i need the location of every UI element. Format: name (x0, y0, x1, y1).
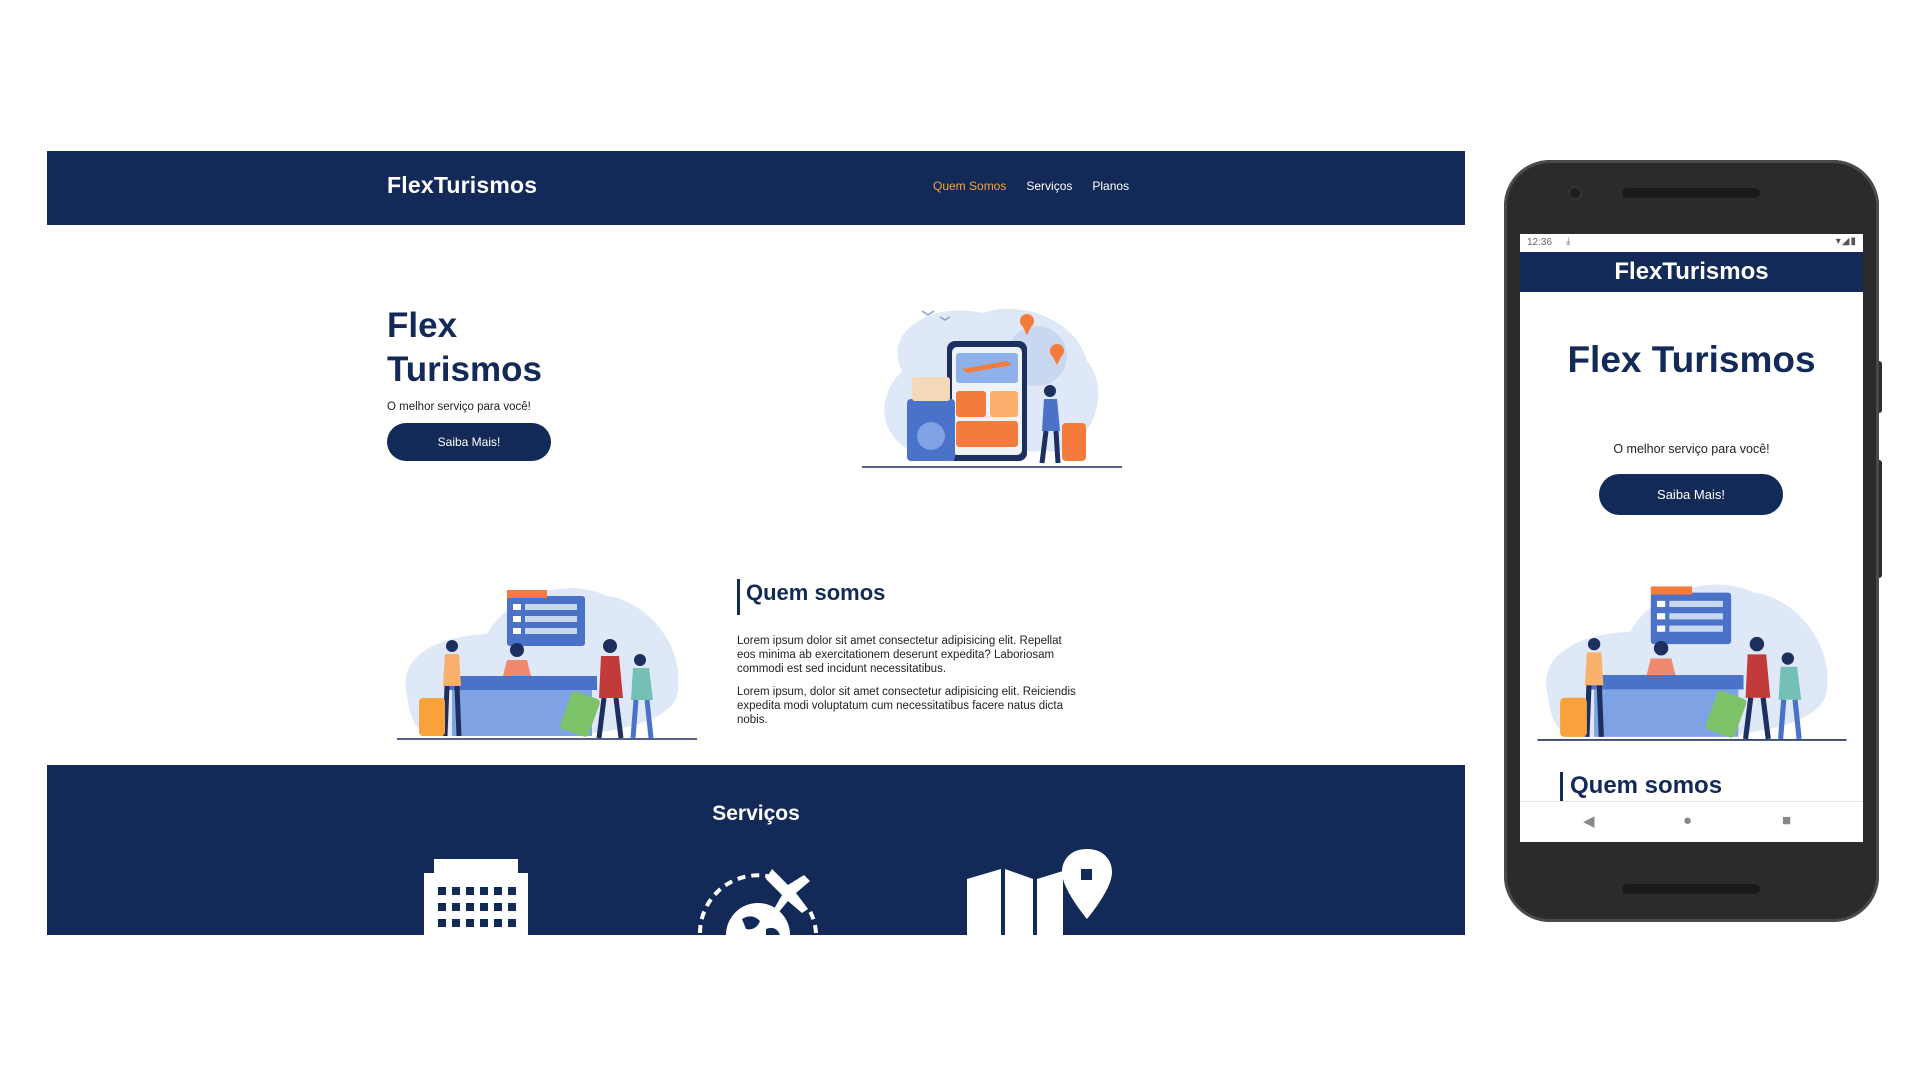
phone-speaker-top (1622, 188, 1760, 198)
status-bar: 12:36 ⤓ ▾◢▮ (1520, 234, 1863, 252)
recents-icon[interactable]: ■ (1782, 812, 1791, 829)
hotel-icon (424, 859, 528, 935)
desktop-preview: FlexTurismos Quem Somos Serviços Planos … (47, 151, 1465, 935)
desktop-brand[interactable]: FlexTurismos (387, 172, 537, 199)
checkin-illustration (397, 588, 697, 740)
phone-preview: 12:36 ⤓ ▾◢▮ FlexTurismos Flex Turismos O… (1504, 160, 1879, 922)
desktop-navbar: FlexTurismos Quem Somos Serviços Planos (47, 151, 1465, 225)
mobile-hero-subtitle: O melhor serviço para você! (1613, 442, 1770, 456)
menu-item-quem-somos[interactable]: Quem Somos (933, 179, 1006, 193)
about-paragraph-1: Lorem ipsum dolor sit amet consectetur a… (737, 635, 1062, 675)
hero-subtitle: O melhor serviço para você! (387, 401, 531, 413)
status-time: 12:36 (1527, 237, 1553, 248)
mobile-about-title: Quem somos (1570, 772, 1723, 799)
services-title: Serviços (712, 802, 800, 825)
mobile-navbar: FlexTurismos (1520, 252, 1863, 292)
android-navbar: ◀ ● ■ (1520, 801, 1863, 842)
hero-title: Flex Turismos (387, 306, 542, 389)
travel-illustration (862, 308, 1122, 468)
about-title-bar (737, 579, 740, 615)
desktop-menu: Quem Somos Serviços Planos (933, 179, 1129, 193)
mobile-about-title-bar (1560, 772, 1563, 802)
mobile-brand[interactable]: FlexTurismos (1520, 258, 1863, 286)
home-icon[interactable]: ● (1683, 812, 1692, 829)
download-icon: ⤓ (1566, 236, 1571, 247)
mobile-saiba-mais-button[interactable]: Saiba Mais! (1599, 474, 1783, 515)
about-title: Quem somos (746, 580, 886, 605)
phone-speaker-bottom (1622, 884, 1760, 894)
world-travel-icon (698, 869, 818, 935)
mobile-hero-title: Flex Turismos (1567, 339, 1816, 380)
back-icon[interactable]: ◀ (1583, 812, 1595, 830)
map-location-icon (967, 849, 1112, 935)
about-paragraph-2: Lorem ipsum, dolor sit amet consectetur … (737, 686, 1076, 726)
saiba-mais-button[interactable]: Saiba Mais! (387, 423, 551, 461)
menu-item-planos[interactable]: Planos (1092, 179, 1129, 193)
front-camera (1570, 188, 1580, 198)
phone-screen: 12:36 ⤓ ▾◢▮ FlexTurismos Flex Turismos O… (1520, 234, 1863, 842)
services-section: Serviços (47, 765, 1465, 935)
mobile-checkin-illustration (1537, 584, 1847, 741)
signal-battery-icon: ▾◢▮ (1835, 236, 1857, 247)
menu-item-servicos[interactable]: Serviços (1026, 179, 1072, 193)
